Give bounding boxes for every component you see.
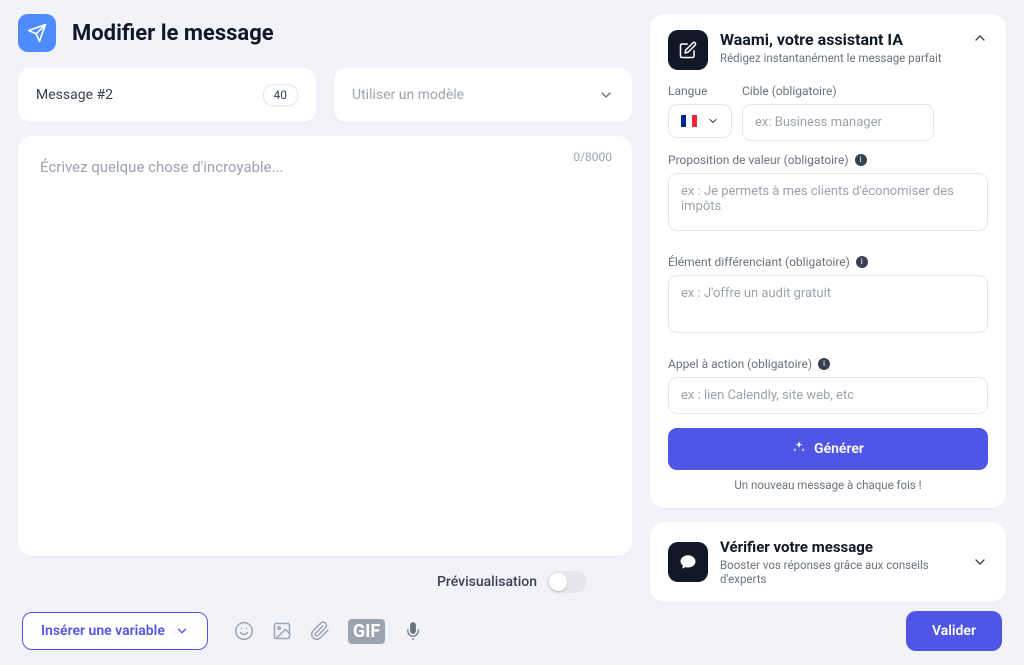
chevron-down-icon xyxy=(175,624,189,638)
preview-toggle[interactable] xyxy=(547,571,587,593)
message-count-badge: 40 xyxy=(263,84,299,106)
info-icon[interactable]: i xyxy=(856,256,868,268)
generate-button[interactable]: Générer xyxy=(668,428,988,470)
preview-label: Prévisualisation xyxy=(437,574,537,590)
chevron-up-icon[interactable] xyxy=(972,30,988,46)
validate-button[interactable]: Valider xyxy=(906,611,1002,651)
ai-title: Waami, votre assistant IA xyxy=(720,30,960,49)
flag-france-icon xyxy=(681,115,697,127)
footer-bar: Prévisualisation Insérer une variable GI… xyxy=(0,565,1024,665)
chevron-down-icon xyxy=(598,87,614,103)
prop-label: Proposition de valeur (obligatoire)i xyxy=(668,153,988,167)
insert-variable-button[interactable]: Insérer une variable xyxy=(22,612,208,650)
message-number-pill[interactable]: Message #2 40 xyxy=(18,68,316,122)
message-number-label: Message #2 xyxy=(36,87,113,103)
edit-icon xyxy=(668,30,708,70)
attachment-icon[interactable] xyxy=(310,621,330,641)
image-icon[interactable] xyxy=(272,621,292,641)
sparkle-icon xyxy=(792,440,806,458)
emoji-icon[interactable] xyxy=(234,621,254,641)
microphone-icon[interactable] xyxy=(403,621,423,641)
langue-label: Langue xyxy=(668,84,732,98)
diff-label: Élément différenciant (obligatoire)i xyxy=(668,255,988,269)
language-select[interactable] xyxy=(668,104,732,138)
generate-note: Un nouveau message à chaque fois ! xyxy=(668,478,988,492)
page-title: Modifier le message xyxy=(72,21,274,46)
generate-button-label: Générer xyxy=(814,441,864,457)
prop-input[interactable] xyxy=(668,173,988,231)
page-header: Modifier le message xyxy=(18,14,632,52)
chevron-down-icon xyxy=(707,115,719,127)
template-select[interactable]: Utiliser un modèle xyxy=(334,68,632,122)
ai-assistant-panel: Waami, votre assistant IA Rédigez instan… xyxy=(650,14,1006,508)
gif-icon[interactable]: GIF xyxy=(348,619,385,644)
message-editor: 0/8000 xyxy=(18,136,632,556)
info-icon[interactable]: i xyxy=(855,154,867,166)
message-textarea[interactable] xyxy=(40,158,610,534)
verify-title: Vérifier votre message xyxy=(720,538,960,556)
insert-variable-label: Insérer une variable xyxy=(41,623,165,639)
info-icon[interactable]: i xyxy=(818,358,830,370)
cible-input[interactable] xyxy=(742,104,934,141)
send-icon xyxy=(18,14,56,52)
char-counter: 0/8000 xyxy=(573,150,612,164)
cta-input[interactable] xyxy=(668,377,988,414)
cta-label: Appel à action (obligatoire)i xyxy=(668,357,988,371)
cible-label: Cible (obligatoire) xyxy=(742,84,988,98)
ai-subtitle: Rédigez instantanément le message parfai… xyxy=(720,51,960,65)
template-select-placeholder: Utiliser un modèle xyxy=(352,87,464,103)
diff-input[interactable] xyxy=(668,275,988,333)
